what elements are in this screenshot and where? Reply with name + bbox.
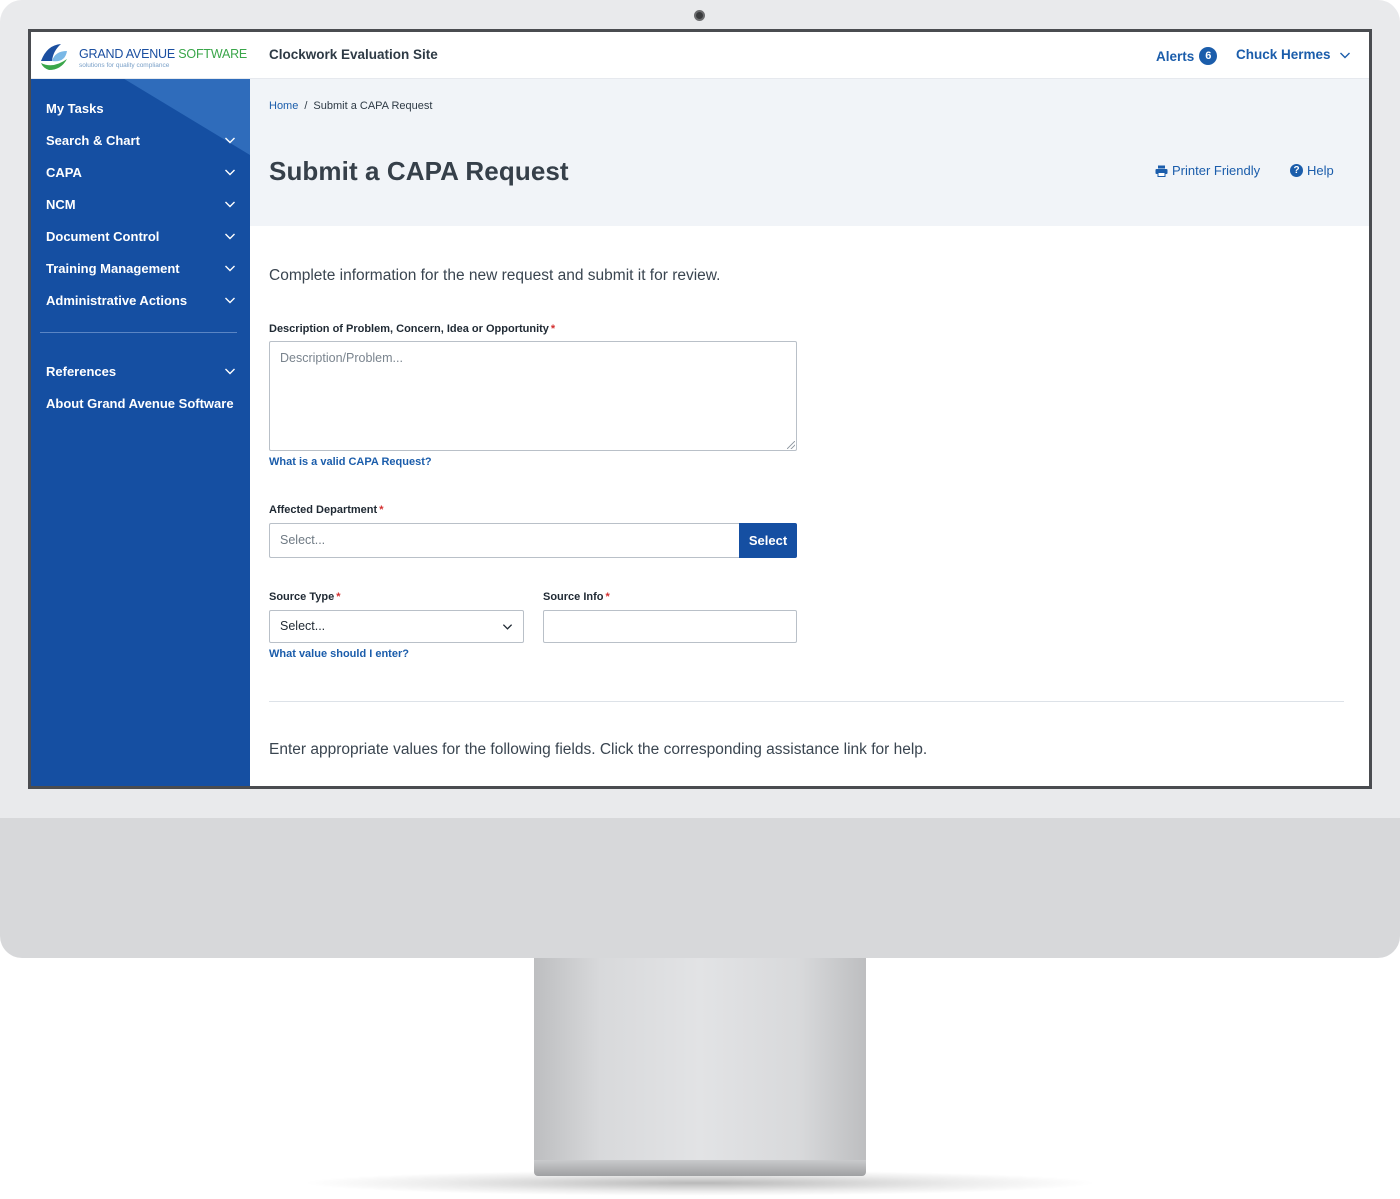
page-header: Home / Submit a CAPA Request Submit a CA… [250,79,1369,226]
source-value-help-link[interactable]: What value should I enter? [269,648,409,660]
required-marker: * [550,323,556,335]
source-info-label-text: Source Info [543,591,604,603]
chevron-down-icon [225,201,235,208]
logo-name: GRAND AVENUE [79,47,176,61]
page-title: Submit a CAPA Request [269,156,569,186]
monitor-stand [534,958,866,1163]
sidebar: My Tasks Search & Chart CAPA NCM Documen… [31,79,250,786]
required-marker: * [379,504,384,516]
sidebar-item-label: About Grand Avenue Software [46,395,234,411]
description-textarea[interactable]: Description/Problem... [269,341,797,451]
resize-grip-icon[interactable] [787,441,795,449]
top-bar: GRAND AVENUE SOFTWARE solutions for qual… [31,32,1369,79]
source-type-label: Source Type * [269,591,341,603]
source-type-select[interactable]: Select... [269,610,524,643]
alerts-link[interactable]: Alerts 6 [1156,47,1218,65]
camera-icon [694,10,705,21]
sidebar-item-training-management[interactable]: Training Management [46,256,236,280]
sidebar-item-capa[interactable]: CAPA [46,160,236,184]
sidebar-item-document-control[interactable]: Document Control [46,224,236,248]
required-marker: * [605,591,610,603]
monitor-chin [0,818,1400,958]
help-link[interactable]: ? Help [1290,163,1334,178]
main-content: Home / Submit a CAPA Request Submit a CA… [250,79,1369,786]
chevron-down-icon [225,233,235,240]
source-type-selected: Select... [280,619,326,633]
department-label: Affected Department * [269,504,383,516]
description-label: Description of Problem, Concern, Idea or… [269,323,555,335]
user-name: Chuck Hermes [1236,47,1331,62]
alerts-label: Alerts [1156,48,1195,64]
breadcrumb-current: Submit a CAPA Request [313,100,433,112]
logo-name-accent: SOFTWARE [178,47,248,61]
screen: GRAND AVENUE SOFTWARE solutions for qual… [28,29,1372,789]
logo-text: GRAND AVENUE SOFTWARE [79,47,247,61]
logo[interactable]: GRAND AVENUE SOFTWARE solutions for qual… [37,38,247,74]
monitor-stand-foot [534,1160,866,1176]
chevron-down-icon [225,368,235,375]
department-label-text: Affected Department [269,504,378,516]
description-placeholder: Description/Problem... [280,351,403,365]
printer-friendly-link[interactable]: Printer Friendly [1155,163,1260,178]
sidebar-item-ncm[interactable]: NCM [46,192,236,216]
sidebar-divider [40,332,237,333]
sidebar-item-administrative-actions[interactable]: Administrative Actions [46,288,236,312]
sidebar-item-search-chart[interactable]: Search & Chart [46,128,236,152]
instructions-text: Enter appropriate values for the followi… [269,741,928,758]
source-info-input[interactable] [543,610,797,643]
help-icon: ? [1290,164,1303,177]
sidebar-item-label: Administrative Actions [46,292,188,308]
section-divider [269,701,1344,702]
sidebar-item-references[interactable]: References [46,359,236,383]
required-marker: * [336,591,341,603]
sidebar-item-label: Search & Chart [46,132,140,148]
logo-tagline: solutions for quality compliance [79,62,170,69]
valid-capa-help-link[interactable]: What is a valid CAPA Request? [269,456,432,468]
chevron-down-icon [225,169,235,176]
user-menu[interactable]: Chuck Hermes [1236,47,1351,62]
breadcrumb: Home / Submit a CAPA Request [269,100,432,112]
sidebar-item-label: Training Management [46,260,180,276]
alerts-count-badge: 6 [1199,47,1218,65]
site-name: Clockwork Evaluation Site [269,47,438,62]
sidebar-item-label: Document Control [46,228,160,244]
sidebar-item-about[interactable]: About Grand Avenue Software [46,391,236,415]
sidebar-item-label: References [46,363,117,379]
description-label-text: Description of Problem, Concern, Idea or… [269,323,549,335]
department-input[interactable]: Select... [269,523,739,558]
breadcrumb-home-link[interactable]: Home [269,100,298,112]
chevron-down-icon [225,297,235,304]
chevron-down-icon [225,265,235,272]
intro-text: Complete information for the new request… [269,267,721,284]
source-type-label-text: Source Type [269,591,335,603]
department-select-button[interactable]: Select [739,523,797,558]
sidebar-item-my-tasks[interactable]: My Tasks [46,96,236,120]
printer-friendly-label: Printer Friendly [1172,163,1261,178]
chevron-down-icon [1339,52,1350,58]
sidebar-item-label: NCM [46,196,76,212]
chevron-down-icon [502,624,513,630]
sidebar-item-label: My Tasks [46,100,104,116]
logo-icon [39,41,69,71]
source-info-label: Source Info * [543,591,610,603]
help-label: Help [1307,163,1334,178]
breadcrumb-separator: / [304,100,308,112]
printer-icon [1155,165,1168,177]
chevron-down-icon [225,137,235,144]
sidebar-item-label: CAPA [46,164,82,180]
